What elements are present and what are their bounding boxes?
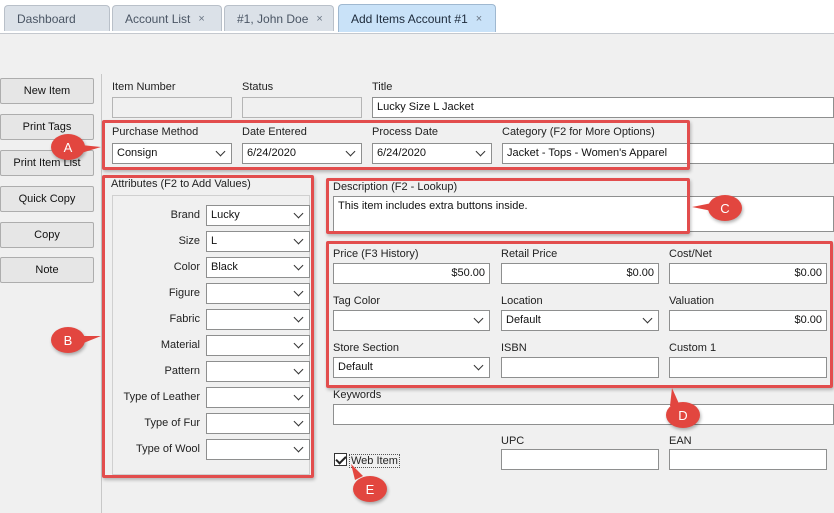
web-item-checkbox[interactable] bbox=[334, 453, 347, 466]
callout-label: C bbox=[720, 200, 730, 216]
highlight-box-c bbox=[326, 178, 690, 234]
close-icon[interactable]: × bbox=[476, 13, 482, 25]
callout-pointer bbox=[351, 464, 363, 480]
callout-pointer bbox=[81, 336, 101, 344]
tab-label: Add Items Account #1 bbox=[351, 11, 468, 26]
new-item-button[interactable]: New Item bbox=[0, 78, 94, 104]
keywords-field[interactable] bbox=[333, 404, 834, 425]
callout-pointer bbox=[670, 388, 680, 406]
callout-label: A bbox=[63, 139, 73, 155]
tab-add-items[interactable]: Add Items Account #1 × bbox=[338, 4, 496, 32]
print-tags-button[interactable]: Print Tags bbox=[0, 114, 94, 140]
highlight-box-b bbox=[102, 175, 314, 478]
upc-label: UPC bbox=[501, 435, 525, 447]
ean-label: EAN bbox=[669, 435, 692, 447]
ean-field[interactable] bbox=[669, 449, 827, 470]
status-field[interactable] bbox=[242, 97, 362, 118]
tab-dashboard[interactable]: Dashboard bbox=[4, 5, 110, 31]
note-button[interactable]: Note bbox=[0, 257, 94, 283]
tab-strip: Dashboard Account List × #1, John Doe × … bbox=[0, 0, 834, 34]
callout-label: B bbox=[63, 332, 73, 348]
keywords-label: Keywords bbox=[333, 389, 382, 401]
tab-label: Dashboard bbox=[17, 11, 76, 26]
callout-label: E bbox=[365, 481, 375, 497]
highlight-box-a bbox=[102, 120, 690, 170]
callout-pointer bbox=[81, 145, 101, 153]
callout-e: E bbox=[351, 464, 387, 502]
callout-a: A bbox=[51, 134, 101, 160]
quick-copy-button[interactable]: Quick Copy bbox=[0, 186, 94, 212]
close-icon[interactable]: × bbox=[198, 13, 204, 25]
item-number-field[interactable] bbox=[112, 97, 232, 118]
close-icon[interactable]: × bbox=[316, 13, 322, 25]
callout-label: D bbox=[678, 407, 688, 423]
tab-label: Account List bbox=[125, 11, 191, 26]
item-number-label: Item Number bbox=[112, 81, 176, 93]
title-field[interactable]: Lucky Size L Jacket bbox=[372, 97, 834, 118]
callout-pointer bbox=[692, 203, 712, 211]
highlight-box-d bbox=[326, 241, 833, 388]
callout-b: B bbox=[51, 327, 101, 353]
callout-c: C bbox=[692, 195, 742, 221]
copy-button[interactable]: Copy bbox=[0, 222, 94, 248]
tab-account-list[interactable]: Account List × bbox=[112, 5, 222, 31]
upc-field[interactable] bbox=[501, 449, 659, 470]
status-label: Status bbox=[242, 81, 274, 93]
callout-d: D bbox=[666, 388, 700, 428]
tab-label: #1, John Doe bbox=[237, 11, 309, 26]
tab-john-doe[interactable]: #1, John Doe × bbox=[224, 5, 334, 31]
title-label: Title bbox=[372, 81, 393, 93]
